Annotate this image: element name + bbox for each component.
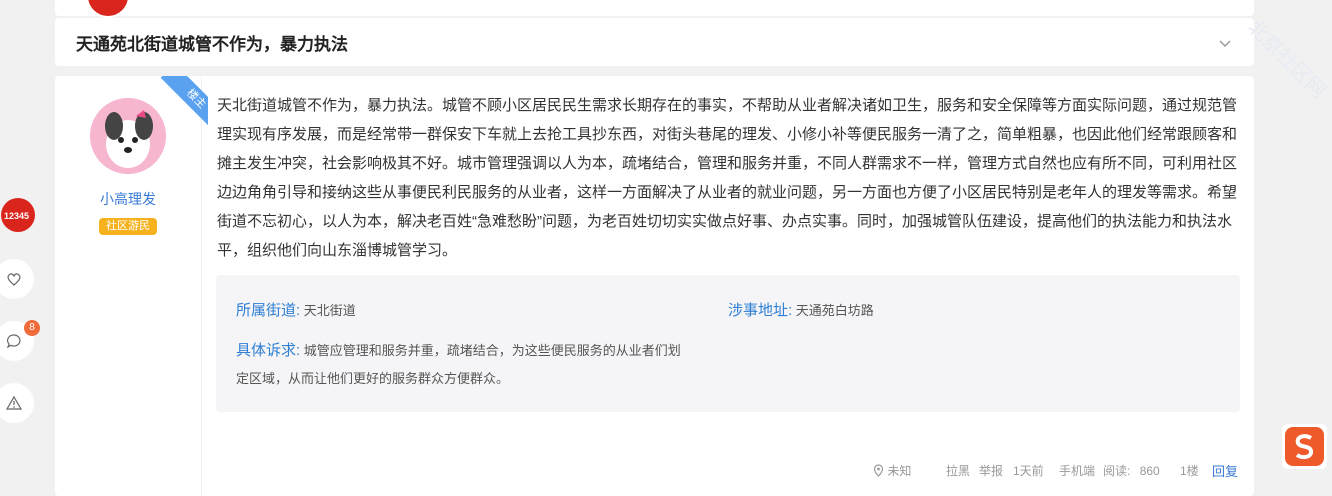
post-content: 天北街道城管不作为，暴力执法。城管不顾小区居民民生需求长期存在的事实，不帮助从业… xyxy=(217,97,1238,259)
avatar-image xyxy=(90,98,166,174)
detail-label: 具体诉求: xyxy=(236,342,301,359)
address-row: 涉事地址: 天通苑白坊路 xyxy=(728,299,874,320)
warning-icon xyxy=(6,395,22,410)
address-label: 涉事地址: xyxy=(728,302,793,319)
post-time: 1天前 xyxy=(1013,464,1044,478)
views-count: 860 xyxy=(1139,464,1160,478)
comment-icon xyxy=(6,334,21,349)
hotline-logo-icon: 12345 xyxy=(1,198,35,232)
author-name[interactable]: 小高理发 xyxy=(55,189,201,209)
appeal-info-box: 所属街道: 天北街道 涉事地址: 天通苑白坊路 具体诉求: 城管应管理和服务并重… xyxy=(216,275,1240,412)
detail-row: 具体诉求: 城管应管理和服务并重，疏堵结合，为这些便民服务的从业者们划 定区域，… xyxy=(236,337,736,393)
report-link[interactable]: 举报 xyxy=(979,462,1003,479)
street-row: 所属街道: 天北街道 xyxy=(236,299,356,320)
input-method-logo[interactable] xyxy=(1282,424,1327,469)
report-float-button[interactable] xyxy=(0,383,34,423)
address-value: 天通苑白坊路 xyxy=(795,303,874,318)
heart-icon xyxy=(7,273,21,286)
post-title: 天通苑北街道城管不作为，暴力执法 xyxy=(76,34,348,54)
avatar[interactable] xyxy=(90,98,166,174)
floor-owner-tag: 楼主 xyxy=(160,76,208,135)
views-label: 阅读: xyxy=(1103,464,1131,478)
user-level-badge: 社区游民 xyxy=(99,218,157,235)
author-panel: 楼主 小高理发 社区游民 xyxy=(55,76,208,496)
post-card: 楼主 小高理发 社区游民 天北街道城管不作为，暴力执法。城管不顾小区居民民生需求… xyxy=(55,76,1254,496)
location-meta: 未知 xyxy=(873,462,911,479)
street-label: 所属街道: xyxy=(236,302,301,319)
detail-line-2: 定区域，从而让他们更好的服务群众方便群众。 xyxy=(236,371,510,386)
sogou-icon xyxy=(1285,427,1324,466)
floor-number: 1楼 xyxy=(1180,464,1199,478)
logo-text: 12345 xyxy=(4,211,29,221)
like-button[interactable] xyxy=(0,259,34,299)
logo-12345[interactable]: 12345 xyxy=(0,195,36,235)
post-title-bar: 天通苑北街道城管不作为，暴力执法 xyxy=(55,18,1254,66)
detail-line-1: 城管应管理和服务并重，疏堵结合，为这些便民服务的从业者们划 xyxy=(303,343,681,358)
post-device: 手机端 xyxy=(1059,464,1096,478)
previous-card xyxy=(55,0,1254,16)
street-value: 天北街道 xyxy=(303,303,356,318)
block-link[interactable]: 拉黑 xyxy=(946,462,970,479)
views-meta: 阅读: 860 xyxy=(1103,462,1160,479)
reply-button[interactable]: 回复 xyxy=(1212,461,1238,480)
location-text: 未知 xyxy=(887,464,912,478)
location-pin-icon xyxy=(873,464,884,477)
comment-count-badge: 8 xyxy=(24,320,40,336)
